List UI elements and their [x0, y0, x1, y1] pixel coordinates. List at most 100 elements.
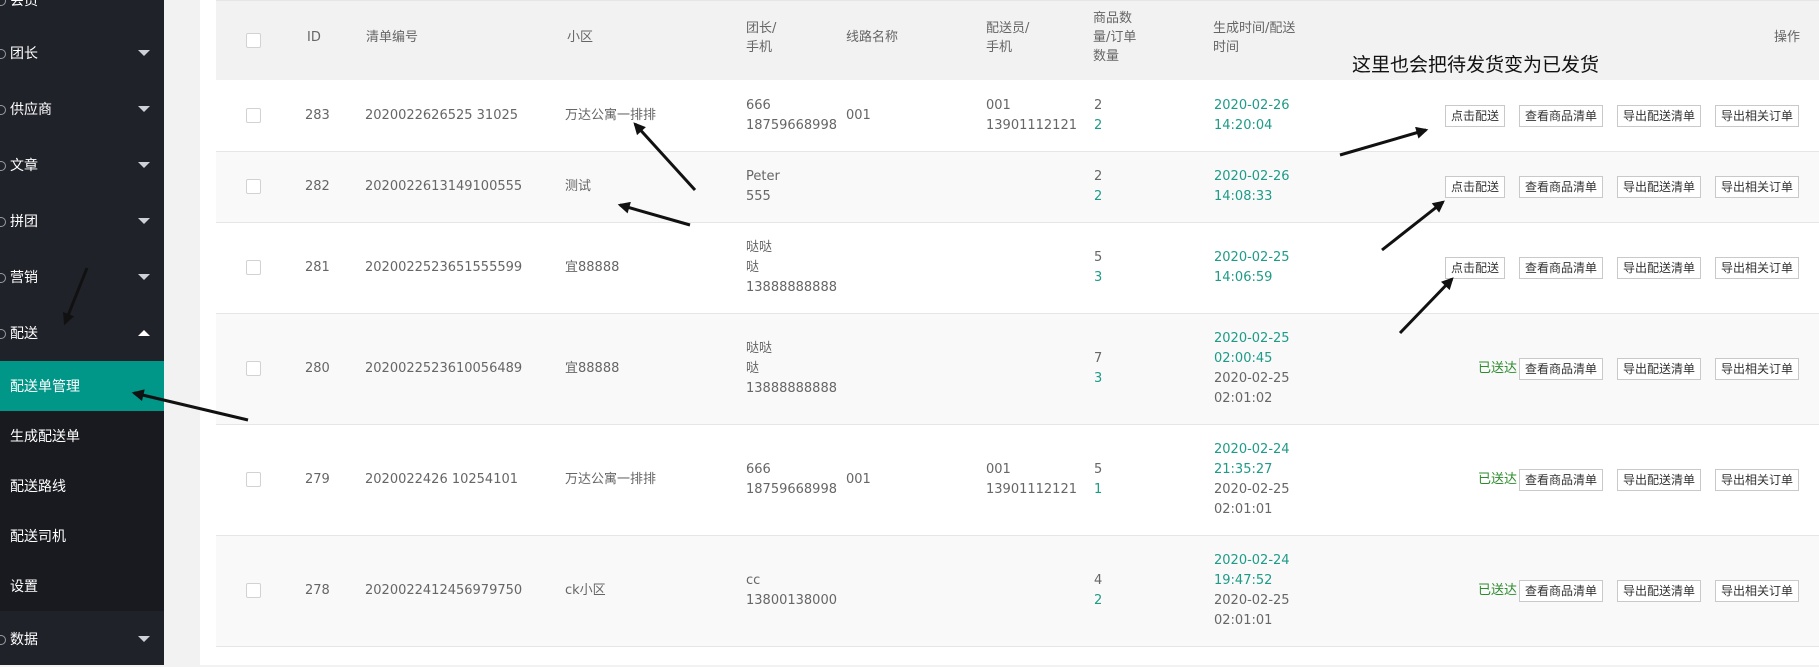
header-quantity: 商品数 量/订单 数量 [1093, 9, 1136, 66]
export-delivery-button[interactable]: 导出配送清单 [1617, 176, 1702, 198]
deliver-button[interactable]: 点击配送 [1445, 257, 1506, 279]
cell-quantity: 5 1 [1094, 460, 1102, 500]
sidebar: 会员 团长 供应商 文章 拼团 营销 配送 配送单管理 生成配送单 配送路线 配 [0, 0, 164, 665]
header-community: 小区 [567, 30, 594, 45]
goods-qty: 5 [1094, 250, 1103, 265]
export-orders-button[interactable]: 导出相关订单 [1715, 257, 1800, 279]
header-quantity-line3: 数量 [1093, 49, 1120, 64]
cell-quantity: 7 3 [1094, 349, 1102, 389]
view-goods-button[interactable]: 查看商品清单 [1519, 176, 1604, 198]
created-date: 2020-02-26 [1214, 169, 1290, 184]
header-actions: 操作 [1774, 30, 1801, 45]
header-time: 生成时间/配送 时间 [1213, 19, 1295, 57]
leader-phone: 13888888888 [746, 381, 837, 396]
delivered-date: 2020-02-25 [1214, 482, 1290, 497]
sidebar-subitem-label: 设置 [10, 579, 38, 595]
created-date: 2020-02-25 [1214, 250, 1290, 265]
view-goods-button[interactable]: 查看商品清单 [1519, 580, 1604, 602]
created-time: 14:06:59 [1214, 270, 1273, 285]
cell-quantity: 2 2 [1094, 96, 1102, 136]
sidebar-item-suppliers[interactable]: 供应商 [0, 81, 164, 137]
row-checkbox[interactable] [246, 472, 261, 487]
sidebar-item-label: 营销 [10, 270, 38, 286]
view-goods-button[interactable]: 查看商品清单 [1519, 104, 1604, 127]
export-delivery-button[interactable]: 导出配送清单 [1617, 257, 1702, 279]
cell-time: 2020-02-24 19:47:52 2020-02-25 02:01:01 [1214, 551, 1290, 631]
export-orders-button[interactable]: 导出相关订单 [1715, 469, 1800, 491]
export-delivery-button[interactable]: 导出配送清单 [1617, 358, 1702, 380]
sidebar-item-label: 供应商 [10, 102, 52, 118]
sidebar-item-marketing[interactable]: 营销 [0, 249, 164, 305]
sidebar-subitem-settings[interactable]: 设置 [0, 561, 164, 611]
sidebar-item-label: 团长 [10, 46, 38, 62]
deliverer-phone: 13901112121 [986, 117, 1077, 133]
view-goods-button[interactable]: 查看商品清单 [1519, 358, 1604, 380]
row-checkbox[interactable] [246, 179, 261, 194]
cell-time: 2020-02-26 14:08:33 [1214, 167, 1290, 207]
export-orders-button[interactable]: 导出相关订单 [1715, 580, 1800, 602]
leader-phone: 13888888888 [746, 280, 837, 295]
deliver-button[interactable]: 点击配送 [1445, 176, 1506, 198]
created-time: 21:35:27 [1214, 462, 1273, 477]
export-orders-button[interactable]: 导出相关订单 [1715, 358, 1800, 380]
row-checkbox[interactable] [246, 260, 261, 275]
cell-id: 281 [305, 260, 330, 275]
export-delivery-button[interactable]: 导出配送清单 [1617, 580, 1702, 602]
deliverer-name: 001 [986, 97, 1011, 113]
sidebar-item-data[interactable]: 数据 [0, 611, 164, 667]
leader-name: 666 [746, 462, 771, 477]
delivered-time: 02:01:01 [1214, 613, 1273, 628]
view-goods-button[interactable]: 查看商品清单 [1519, 257, 1604, 279]
sidebar-item-delivery[interactable]: 配送 [0, 305, 164, 361]
chevron-down-icon [138, 274, 150, 280]
sidebar-subitem-delivery-management[interactable]: 配送单管理 [0, 361, 164, 411]
sidebar-item-members[interactable]: 会员 [0, 0, 164, 28]
menu-dot-icon [0, 273, 6, 283]
deliver-button[interactable]: 点击配送 [1445, 104, 1506, 127]
sidebar-subitem-delivery-routes[interactable]: 配送路线 [0, 461, 164, 511]
header-time-line2: 时间 [1213, 40, 1240, 55]
chevron-down-icon [138, 50, 150, 56]
created-date: 2020-02-24 [1214, 442, 1290, 457]
export-delivery-button[interactable]: 导出配送清单 [1617, 469, 1702, 491]
sidebar-item-articles[interactable]: 文章 [0, 137, 164, 193]
row-checkbox[interactable] [246, 583, 261, 598]
sidebar-subitem-generate-delivery[interactable]: 生成配送单 [0, 411, 164, 461]
row-checkbox[interactable] [246, 107, 261, 123]
leader-name-2: 哒 [746, 260, 760, 275]
order-qty: 3 [1094, 371, 1103, 386]
cell-leader: cc 13800138000 [746, 571, 837, 611]
sidebar-item-leaders[interactable]: 团长 [0, 25, 164, 81]
table-row: 281 2020022523651555599 宜88888 哒哒 哒 1388… [216, 223, 1819, 314]
header-id: ID [307, 30, 321, 45]
sidebar-subitem-delivery-drivers[interactable]: 配送司机 [0, 511, 164, 561]
header-quantity-line1: 商品数 [1093, 11, 1133, 26]
sidebar-item-group-buy[interactable]: 拼团 [0, 193, 164, 249]
created-time: 14:20:04 [1214, 117, 1273, 133]
goods-qty: 2 [1094, 169, 1103, 184]
cell-list-no: 2020022523651555599 [365, 260, 523, 275]
leader-name: cc [746, 573, 761, 588]
sidebar-subitem-label: 配送司机 [10, 529, 66, 545]
sidebar-item-label: 拼团 [10, 214, 38, 230]
cell-community: 万达公寓一排排 [565, 472, 657, 487]
cell-leader: Peter 555 [746, 167, 780, 207]
delivered-date: 2020-02-25 [1214, 371, 1290, 386]
export-delivery-button[interactable]: 导出配送清单 [1617, 104, 1702, 127]
export-orders-button[interactable]: 导出相关订单 [1715, 176, 1800, 198]
export-orders-button[interactable]: 导出相关订单 [1715, 104, 1800, 127]
sidebar-item-label: 文章 [10, 158, 38, 174]
created-time: 19:47:52 [1214, 573, 1273, 588]
menu-dot-icon [0, 329, 6, 339]
goods-qty: 4 [1094, 573, 1103, 588]
header-deliverer-line2: 手机 [986, 40, 1013, 55]
view-goods-button[interactable]: 查看商品清单 [1519, 469, 1604, 491]
delivered-time: 02:01:02 [1214, 391, 1273, 406]
select-all-checkbox[interactable] [246, 33, 261, 48]
cell-leader: 666 18759668998 [746, 96, 837, 136]
goods-qty: 7 [1094, 351, 1103, 366]
row-checkbox[interactable] [246, 361, 261, 376]
table-row: 282 2020022613149100555 测试 Peter 555 2 2… [216, 152, 1819, 223]
header-quantity-line2: 量/订单 [1093, 30, 1137, 45]
leader-name: Peter [746, 169, 780, 184]
